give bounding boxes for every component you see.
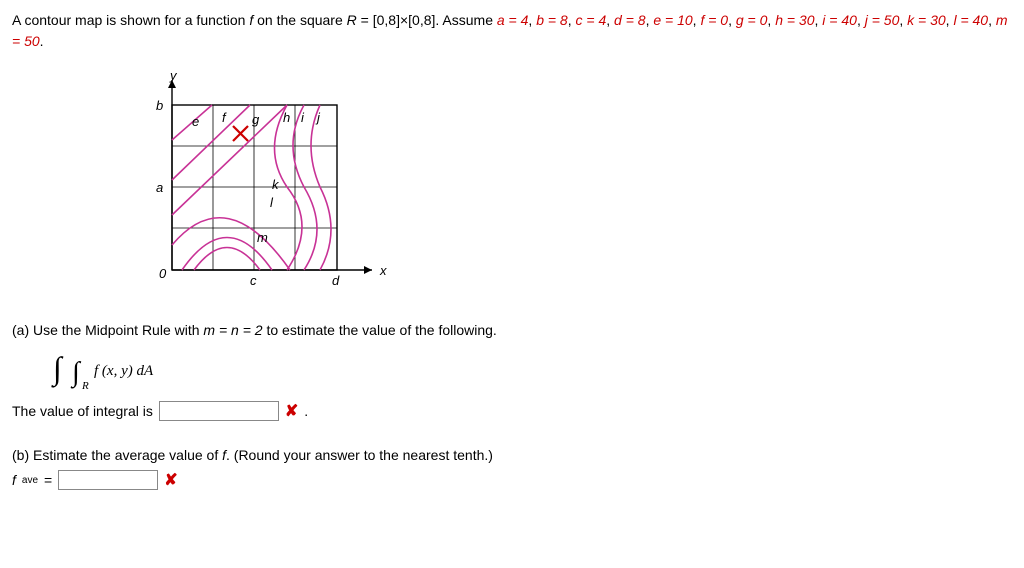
intro-R: R	[347, 12, 357, 28]
intro-j: j = 50	[865, 12, 900, 28]
fave-sub: ave	[22, 475, 38, 486]
intro-d: d = 8	[614, 12, 646, 28]
sep9: ,	[857, 12, 865, 28]
part-a-answer-pre: The value of integral is	[12, 403, 153, 419]
fave-eq: =	[44, 472, 52, 488]
part-a-mn: m = n = 2	[203, 322, 262, 338]
sep12: ,	[988, 12, 996, 28]
sep2: ,	[568, 12, 576, 28]
part-b-answer-row: fave = ✘	[12, 470, 1012, 490]
part-b-prompt1: (b) Estimate the average value of	[12, 447, 222, 463]
intro-b: b = 8	[536, 12, 568, 28]
svg-text:∫: ∫	[51, 350, 64, 388]
intro-text: A contour map is shown for a function f …	[12, 10, 1012, 52]
part-a-prompt1: (a) Use the Midpoint Rule with	[12, 322, 203, 338]
contour-e: e	[192, 114, 199, 129]
tick-b: b	[156, 98, 163, 113]
svg-text:∫: ∫	[70, 357, 82, 389]
contour-l: l	[270, 195, 273, 210]
fave-f: f	[12, 472, 16, 488]
part-b-answer-input[interactable]	[58, 470, 158, 490]
part-a-prompt2: to estimate the value of the following.	[263, 322, 497, 338]
part-b-prompt2: . (Round your answer to the nearest tent…	[226, 447, 493, 463]
origin-label: 0	[159, 266, 166, 281]
intro-e: e = 10	[653, 12, 692, 28]
part-b: (b) Estimate the average value of f. (Ro…	[12, 443, 1012, 468]
intro-end: .	[40, 33, 44, 49]
intro-i: i = 40	[822, 12, 857, 28]
figure: y x b a 0 c d e f g h i j k l m	[132, 70, 1012, 300]
intro-pre1: A contour map is shown for a function	[12, 12, 249, 28]
part-a-answer-post: .	[304, 403, 308, 419]
contour-i: i	[301, 110, 304, 125]
integral-expression: ∫ ∫ R f (x, y) dA	[48, 347, 1012, 393]
incorrect-icon: ✘	[164, 470, 177, 490]
intro-c: c = 4	[576, 12, 607, 28]
tick-a: a	[156, 180, 163, 195]
intro-a: a = 4	[497, 12, 529, 28]
tick-d: d	[332, 273, 339, 288]
intro-pre3: = [0,8]×[0,8]. Assume	[357, 12, 497, 28]
contour-k: k	[272, 177, 279, 192]
contour-f: f	[222, 110, 226, 125]
part-a-answer-input[interactable]	[159, 401, 279, 421]
contour-j: j	[317, 110, 320, 125]
intro-pre2: on the square	[253, 12, 346, 28]
intro-h: h = 30	[775, 12, 814, 28]
x-axis-label: x	[380, 263, 387, 278]
tick-c: c	[250, 273, 257, 288]
intro-l: l = 40	[953, 12, 988, 28]
contour-plot-svg	[132, 70, 402, 300]
intro-g: g = 0	[736, 12, 768, 28]
intro-k: k = 30	[907, 12, 946, 28]
y-axis-label: y	[170, 68, 177, 83]
sep3: ,	[606, 12, 614, 28]
contour-m: m	[257, 230, 268, 245]
integral-fxy: f (x, y) dA	[94, 363, 154, 379]
part-a-answer-row: The value of integral is ✘ .	[12, 401, 1012, 421]
integral-R: R	[81, 380, 89, 392]
sep6: ,	[728, 12, 736, 28]
part-a: (a) Use the Midpoint Rule with m = n = 2…	[12, 318, 1012, 343]
contour-g: g	[252, 112, 259, 127]
incorrect-icon: ✘	[285, 401, 298, 421]
contour-h: h	[283, 110, 290, 125]
sep10: ,	[899, 12, 907, 28]
intro-fv: f = 0	[700, 12, 728, 28]
